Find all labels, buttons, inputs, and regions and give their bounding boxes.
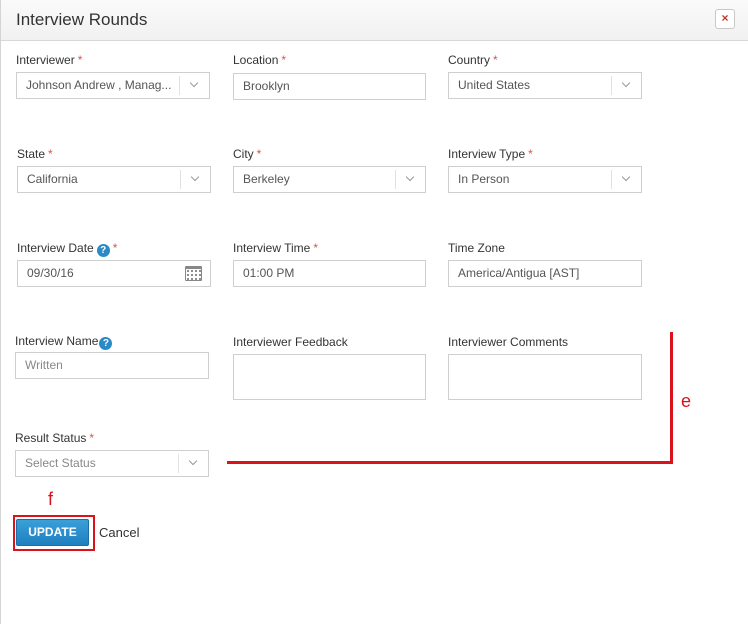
- interview-date-value: 09/30/16: [27, 266, 74, 280]
- state-select[interactable]: California: [17, 166, 211, 193]
- city-value: Berkeley: [243, 172, 290, 186]
- interview-time-label-text: Interview Time: [233, 241, 311, 255]
- interview-date-label: Interview Date? *: [17, 241, 117, 257]
- annotation-e-horizontal-line: [227, 461, 673, 464]
- interview-type-select[interactable]: In Person: [448, 166, 642, 193]
- interviewer-label: Interviewer *: [16, 53, 82, 67]
- location-label: Location *: [233, 53, 286, 67]
- help-icon[interactable]: ?: [96, 244, 110, 257]
- interviewer-value: Johnson Andrew , Manag...: [26, 78, 172, 92]
- required-marker: *: [112, 241, 118, 255]
- location-label-text: Location: [233, 53, 279, 67]
- cancel-link[interactable]: Cancel: [99, 525, 139, 540]
- interview-time-input[interactable]: 01:00 PM: [233, 260, 426, 287]
- chevron-down-icon[interactable]: [179, 76, 209, 95]
- state-value: California: [27, 172, 78, 186]
- required-marker: *: [528, 147, 533, 161]
- interview-name-label: Interview Name?: [15, 334, 113, 350]
- city-label-text: City: [233, 147, 254, 161]
- country-label-text: Country: [448, 53, 491, 67]
- interview-type-label-text: Interview Type: [448, 147, 526, 161]
- annotation-e-vertical-line: [670, 332, 673, 464]
- update-button[interactable]: UPDATE: [16, 519, 89, 546]
- interview-date-input[interactable]: 09/30/16: [17, 260, 211, 287]
- chevron-down-icon[interactable]: [178, 454, 208, 473]
- required-marker: *: [89, 431, 95, 445]
- time-zone-label-text: Time Zone: [448, 241, 505, 255]
- interview-date-label-text: Interview Date: [17, 241, 94, 255]
- interviewer-feedback-label: Interviewer Feedback: [233, 335, 348, 349]
- country-value: United States: [458, 78, 531, 92]
- required-marker: *: [313, 241, 319, 255]
- state-label: State *: [17, 147, 53, 161]
- required-marker: *: [493, 53, 498, 67]
- chevron-down-icon[interactable]: [611, 76, 641, 95]
- close-icon[interactable]: ×: [715, 9, 735, 29]
- chevron-down-icon[interactable]: [395, 170, 425, 189]
- interview-type-label: Interview Type *: [448, 147, 533, 161]
- help-icon[interactable]: ?: [99, 337, 113, 350]
- result-status-value: Select Status: [25, 456, 96, 470]
- interview-name-input[interactable]: Written: [15, 352, 209, 379]
- interview-rounds-dialog: Interview Rounds × Interviewer * Johnson …: [0, 0, 748, 624]
- result-status-label: Result Status *: [15, 431, 94, 445]
- result-status-select[interactable]: Select Status: [15, 450, 209, 477]
- result-status-label-text: Result Status: [15, 431, 87, 445]
- state-label-text: State: [17, 147, 46, 161]
- calendar-icon[interactable]: [185, 266, 202, 281]
- required-marker: *: [77, 53, 83, 67]
- required-marker: *: [281, 53, 287, 67]
- dialog-title: Interview Rounds: [16, 10, 148, 29]
- interview-type-value: In Person: [458, 172, 510, 186]
- country-label: Country *: [448, 53, 498, 67]
- chevron-down-icon[interactable]: [180, 170, 210, 189]
- chevron-down-icon[interactable]: [611, 170, 641, 189]
- required-marker: *: [256, 147, 262, 161]
- interviewer-feedback-textarea[interactable]: [233, 354, 426, 400]
- interviewer-label-text: Interviewer: [16, 53, 75, 67]
- interview-name-label-text: Interview Name: [15, 334, 99, 348]
- city-select[interactable]: Berkeley: [233, 166, 426, 193]
- location-input[interactable]: Brooklyn: [233, 73, 426, 100]
- interviewer-select[interactable]: Johnson Andrew , Manag...: [16, 72, 210, 99]
- time-zone-input[interactable]: America/Antigua [AST]: [448, 260, 642, 287]
- dialog-header: Interview Rounds ×: [1, 0, 748, 41]
- time-zone-label: Time Zone: [448, 241, 505, 255]
- annotation-e-label: e: [681, 391, 692, 411]
- interview-time-label: Interview Time *: [233, 241, 318, 255]
- interviewer-comments-label-text: Interviewer Comments: [448, 335, 569, 349]
- interviewer-feedback-label-text: Interviewer Feedback: [233, 335, 348, 349]
- interviewer-comments-textarea[interactable]: [448, 354, 642, 400]
- required-marker: *: [48, 147, 53, 161]
- country-select[interactable]: United States: [448, 72, 642, 99]
- interviewer-comments-label: Interviewer Comments: [448, 335, 568, 349]
- annotation-f-label: f: [48, 489, 54, 509]
- city-label: City *: [233, 147, 261, 161]
